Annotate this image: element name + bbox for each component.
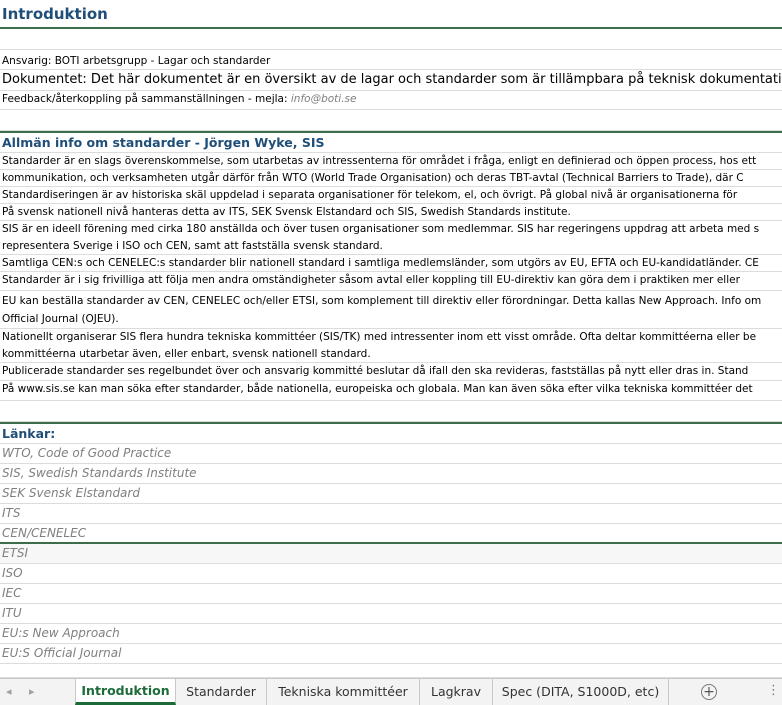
link-eu-new-approach[interactable]: EU:s New Approach	[0, 624, 782, 644]
info-row: Official Journal (OJEU).	[0, 311, 782, 329]
empty-row	[0, 401, 782, 422]
empty-row	[0, 664, 782, 678]
link-wto[interactable]: WTO, Code of Good Practice	[0, 444, 782, 464]
info-row: representera Sverige i ISO och CEN, samt…	[0, 238, 782, 255]
empty-row	[0, 110, 782, 131]
link-sis[interactable]: SIS, Swedish Standards Institute	[0, 464, 782, 484]
feedback-row: Feedback/återkoppling på sammanställning…	[0, 91, 782, 110]
link-etsi[interactable]: ETSI	[0, 544, 782, 564]
responsible-row: Ansvarig: BOTI arbetsgrupp - Lagar och s…	[0, 50, 782, 70]
more-options-icon[interactable]: ⋮	[767, 683, 780, 698]
sheet-tab-bar: ◂ ▸ Introduktion Standarder Tekniska kom…	[0, 678, 782, 705]
tab-standarder[interactable]: Standarder	[176, 679, 267, 705]
info-row: Standardiseringen är av historiska skäl …	[0, 187, 782, 204]
link-iec[interactable]: IEC	[0, 584, 782, 604]
tab-scroll-left-icon[interactable]: ◂	[6, 685, 12, 698]
feedback-email-link[interactable]: info@boti.se	[291, 93, 357, 105]
info-row: Standarder är i sig frivilliga att följa…	[0, 272, 782, 291]
tab-lagkrav[interactable]: Lagkrav	[420, 679, 493, 705]
document-row: Dokumentet: Det här dokumentet är en öve…	[0, 70, 782, 91]
link-its[interactable]: ITS	[0, 504, 782, 524]
link-sek[interactable]: SEK Svensk Elstandard	[0, 484, 782, 504]
info-row: EU kan beställa standarder av CEN, CENEL…	[2, 295, 762, 307]
info-row: Publicerade standarder ses regelbundet ö…	[0, 363, 782, 381]
tab-spec[interactable]: Spec (DITA, S1000D, etc)	[493, 679, 669, 705]
info-row: SIS är en ideell förening med cirka 180 …	[2, 223, 760, 235]
page-title: Introduktion	[0, 2, 782, 29]
link-iso[interactable]: ISO	[0, 564, 782, 584]
tab-introduktion[interactable]: Introduktion	[75, 679, 176, 705]
info-row: Nationellt organiserar SIS flera hundra …	[2, 331, 757, 343]
feedback-label: Feedback/återkoppling på sammanställning…	[2, 93, 291, 105]
tab-tekniska-kommitteer[interactable]: Tekniska kommittéer	[267, 679, 420, 705]
worksheet: Introduktion Ansvarig: BOTI arbetsgrupp …	[0, 0, 782, 678]
empty-row	[0, 29, 782, 50]
info-row: Samtliga CEN:s och CENELEC:s standarder …	[0, 255, 782, 272]
info-row: På www.sis.se kan man söka efter standar…	[0, 381, 782, 401]
info-row: kommittéerna utarbetar även, eller enbar…	[0, 346, 782, 363]
add-sheet-icon[interactable]: +	[701, 684, 717, 700]
tab-scroll-right-icon[interactable]: ▸	[29, 685, 35, 698]
link-itu[interactable]: ITU	[0, 604, 782, 624]
info-row: Standarder är en slags överenskommelse, …	[0, 153, 782, 170]
link-cen-cenelec[interactable]: CEN/CENELEC	[0, 524, 782, 544]
info-row: kommunikation, och verksamheten utgår dä…	[0, 170, 782, 187]
info-heading: Allmän info om standarder - Jörgen Wyke,…	[0, 131, 782, 153]
links-heading: Länkar:	[0, 422, 782, 444]
info-row: På svensk nationell nivå hanteras detta …	[0, 204, 782, 221]
link-eu-official-journal[interactable]: EU:S Official Journal	[0, 644, 782, 664]
